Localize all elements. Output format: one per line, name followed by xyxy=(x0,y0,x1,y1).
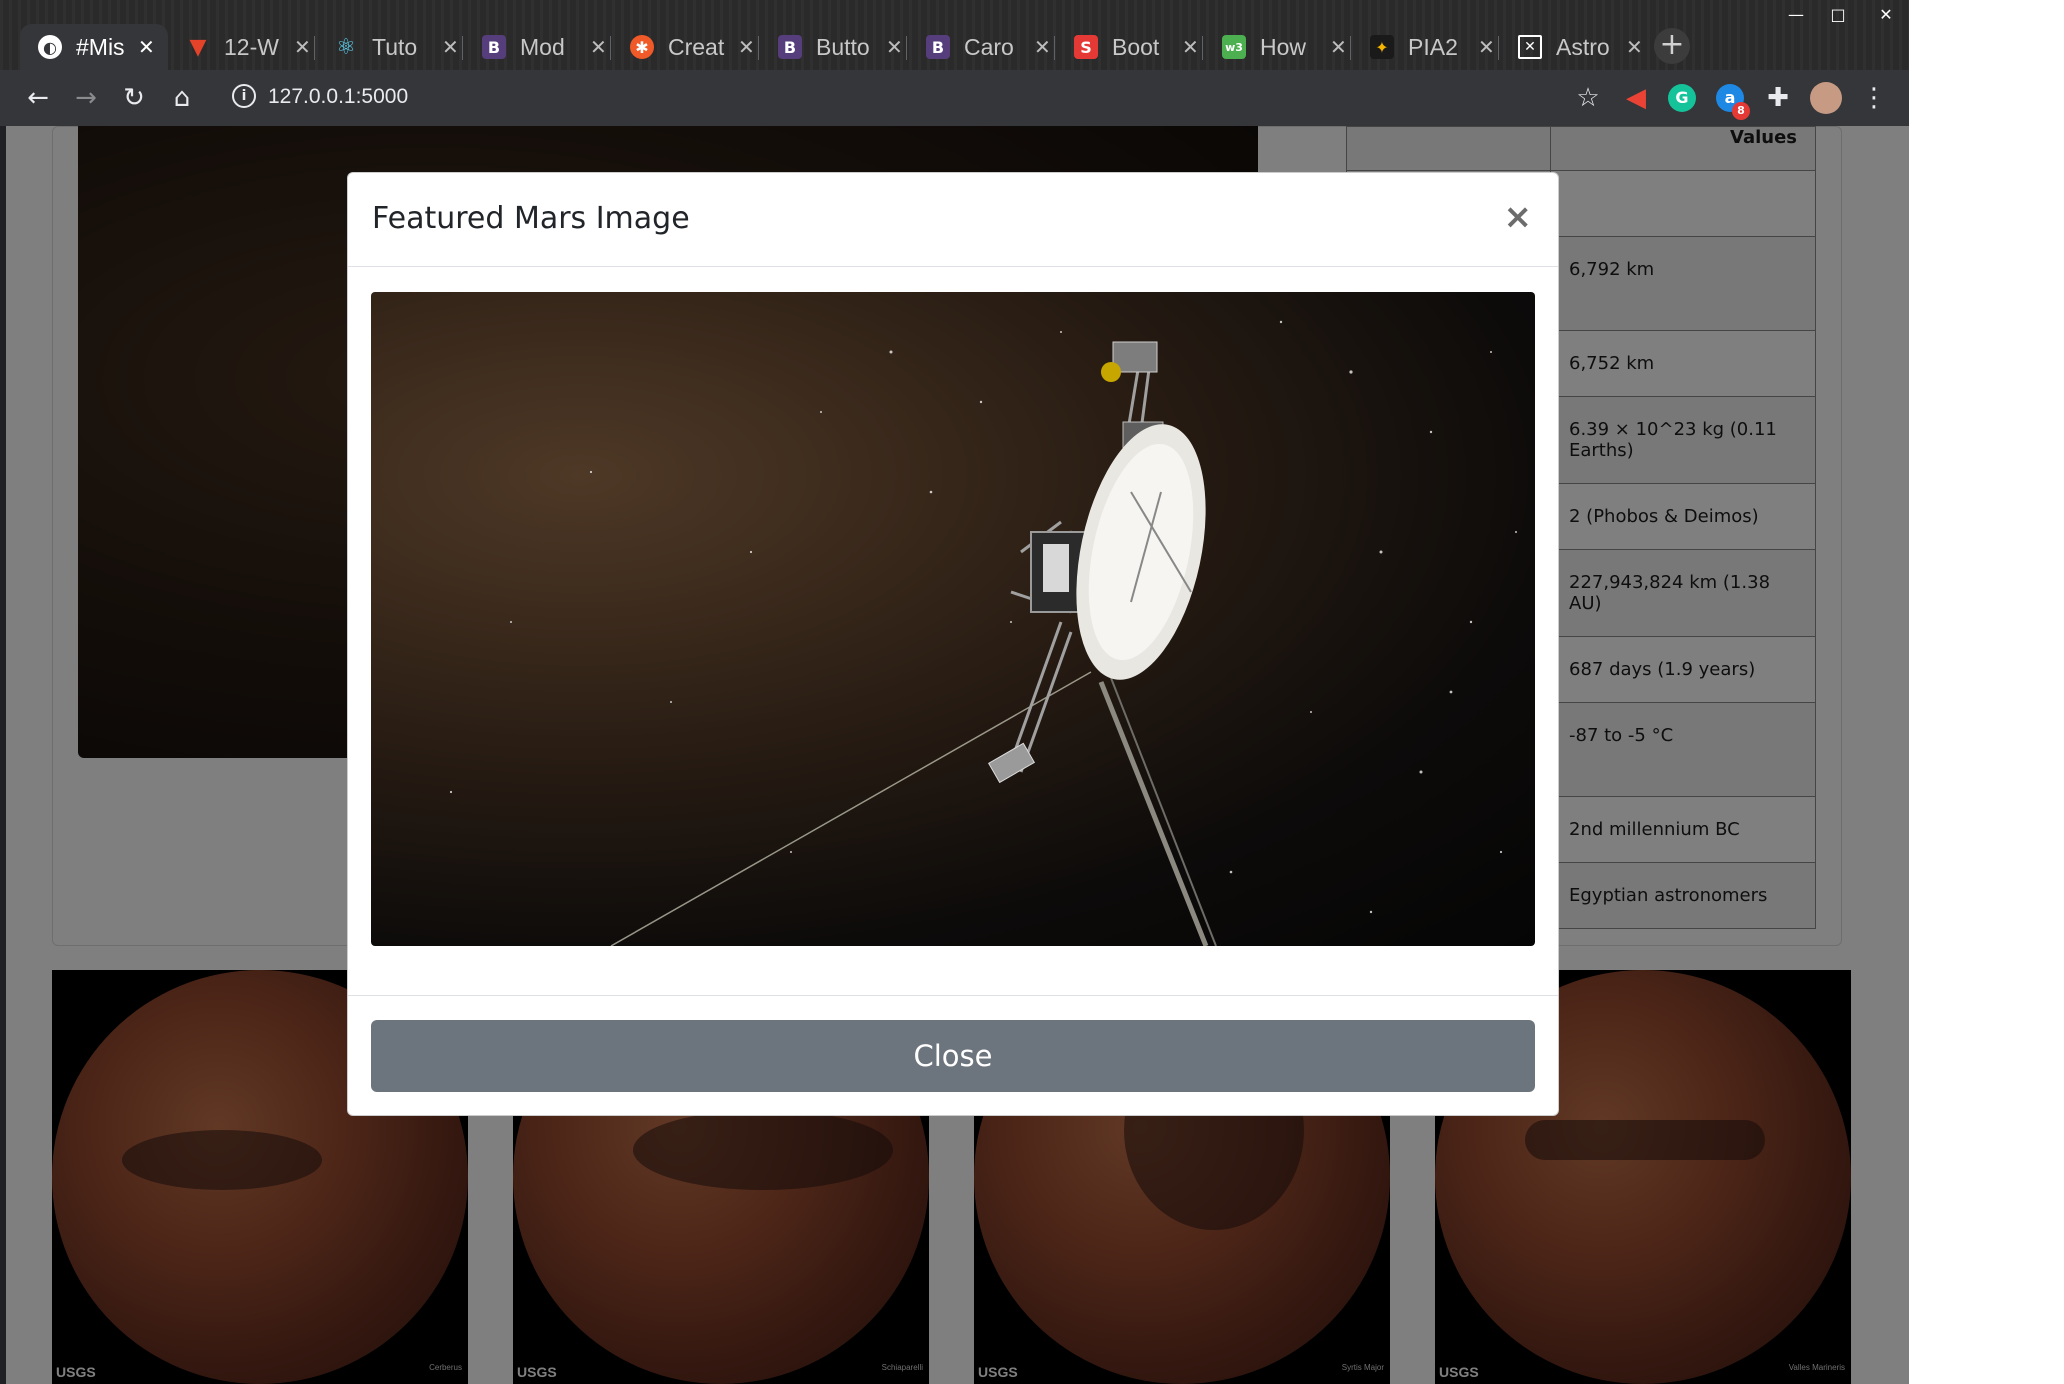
close-tab-icon[interactable]: ✕ xyxy=(442,35,459,59)
avatar[interactable] xyxy=(1810,82,1842,114)
close-button[interactable]: Close xyxy=(371,1020,1535,1092)
react-icon: ⚛ xyxy=(336,34,356,60)
tab-label: Caro xyxy=(964,33,1014,60)
browser-window: — □ ✕ ◐ #Mis ✕ ▼ 12-W ✕ ⚛ Tuto ✕ B Mod ✕… xyxy=(0,0,1909,1384)
close-tab-icon[interactable]: ✕ xyxy=(1034,35,1051,59)
tab-modal[interactable]: B Mod ✕ xyxy=(464,24,612,70)
minimize-button[interactable]: — xyxy=(1776,2,1816,28)
close-tab-icon[interactable]: ✕ xyxy=(294,35,311,59)
reload-icon[interactable]: ↻ xyxy=(116,80,152,116)
extension-badge: 8 xyxy=(1732,102,1750,120)
window-close-button[interactable]: ✕ xyxy=(1866,2,1906,28)
home-icon[interactable]: ⌂ xyxy=(164,80,200,116)
new-tab-button[interactable]: + xyxy=(1654,28,1690,64)
close-tab-icon[interactable]: ✕ xyxy=(886,35,903,59)
tab-label: Tuto xyxy=(372,33,418,60)
tab-buttons[interactable]: B Butto ✕ xyxy=(760,24,908,70)
asterisk-icon: ✱ xyxy=(630,35,654,59)
modal-footer: Close xyxy=(348,995,1558,1117)
featured-mars-image xyxy=(371,292,1535,946)
astro-icon: ✕ xyxy=(1518,35,1542,59)
muted-speaker-icon[interactable]: ◀ xyxy=(1618,80,1654,116)
close-tab-icon[interactable]: ✕ xyxy=(1330,35,1347,59)
tab-label: Mod xyxy=(520,33,565,60)
tab-mission-to-mars[interactable]: ◐ #Mis ✕ xyxy=(20,24,168,70)
tab-label: Butto xyxy=(816,33,870,60)
tab-create[interactable]: ✱ Creat ✕ xyxy=(612,24,760,70)
modal-body xyxy=(348,268,1558,968)
tab-label: #Mis xyxy=(76,33,125,60)
tab-strip: — □ ✕ ◐ #Mis ✕ ▼ 12-W ✕ ⚛ Tuto ✕ B Mod ✕… xyxy=(0,0,1909,70)
info-icon[interactable]: i xyxy=(232,84,256,108)
globe-icon: ◐ xyxy=(38,35,62,59)
maximize-button[interactable]: □ xyxy=(1818,2,1858,28)
modal-title: Featured Mars Image xyxy=(372,201,690,236)
tab-pia[interactable]: ✦ PIA2 ✕ xyxy=(1352,24,1500,70)
puzzle-extensions-icon[interactable]: ✚ xyxy=(1760,80,1796,116)
page-viewport: Values 6,792 km 6,752 km 6.39 × 10^23 kg… xyxy=(6,126,1909,1384)
tab-label: Boot xyxy=(1112,33,1160,60)
spacecraft-illustration xyxy=(449,320,1517,946)
tab-astro[interactable]: ✕ Astro ✕ xyxy=(1500,24,1648,70)
tab-label: PIA2 xyxy=(1408,33,1458,60)
back-icon[interactable]: ← xyxy=(20,80,56,116)
tab-bootstrap[interactable]: S Boot ✕ xyxy=(1056,24,1204,70)
tab-tutorial[interactable]: ⚛ Tuto ✕ xyxy=(316,24,464,70)
modal-header: Featured Mars Image × xyxy=(348,173,1558,267)
url-text[interactable]: 127.0.0.1:5000 xyxy=(268,85,408,109)
bookmark-star-icon[interactable]: ☆ xyxy=(1570,80,1606,116)
close-tab-icon[interactable]: ✕ xyxy=(1626,35,1643,59)
close-tab-icon[interactable]: ✕ xyxy=(738,35,755,59)
tab-label: 12-W xyxy=(224,33,279,60)
bootstrap-icon: B xyxy=(926,35,950,59)
close-tab-icon[interactable]: ✕ xyxy=(1182,35,1199,59)
tab-label: How xyxy=(1260,33,1307,60)
gitlab-icon: ▼ xyxy=(189,34,207,60)
close-icon[interactable]: × xyxy=(1504,197,1533,237)
w3-icon: w3 xyxy=(1222,35,1246,59)
address-bar[interactable]: i 127.0.0.1:5000 xyxy=(220,76,1560,120)
close-tab-icon[interactable]: ✕ xyxy=(590,35,607,59)
tab-gitlab[interactable]: ▼ 12-W ✕ xyxy=(168,24,316,70)
browser-toolbar: ← → ↻ ⌂ i 127.0.0.1:5000 ☆ ◀ G a 8 ✚ ⋮ xyxy=(0,70,1909,126)
image-icon: ✦ xyxy=(1370,35,1394,59)
bootstrap-icon: B xyxy=(482,35,506,59)
s-icon: S xyxy=(1074,35,1098,59)
bootstrap-icon: B xyxy=(778,35,802,59)
grammarly-icon[interactable]: G xyxy=(1668,84,1696,112)
close-tab-icon[interactable]: ✕ xyxy=(138,35,155,59)
tab-how[interactable]: w3 How ✕ xyxy=(1204,24,1352,70)
menu-dots-icon[interactable]: ⋮ xyxy=(1856,80,1892,116)
tab-carousel[interactable]: B Caro ✕ xyxy=(908,24,1056,70)
featured-image-modal: Featured Mars Image × Close xyxy=(347,172,1559,1116)
close-tab-icon[interactable]: ✕ xyxy=(1478,35,1495,59)
tab-label: Astro xyxy=(1556,33,1610,60)
tab-label: Creat xyxy=(668,33,725,60)
forward-icon[interactable]: → xyxy=(68,80,104,116)
